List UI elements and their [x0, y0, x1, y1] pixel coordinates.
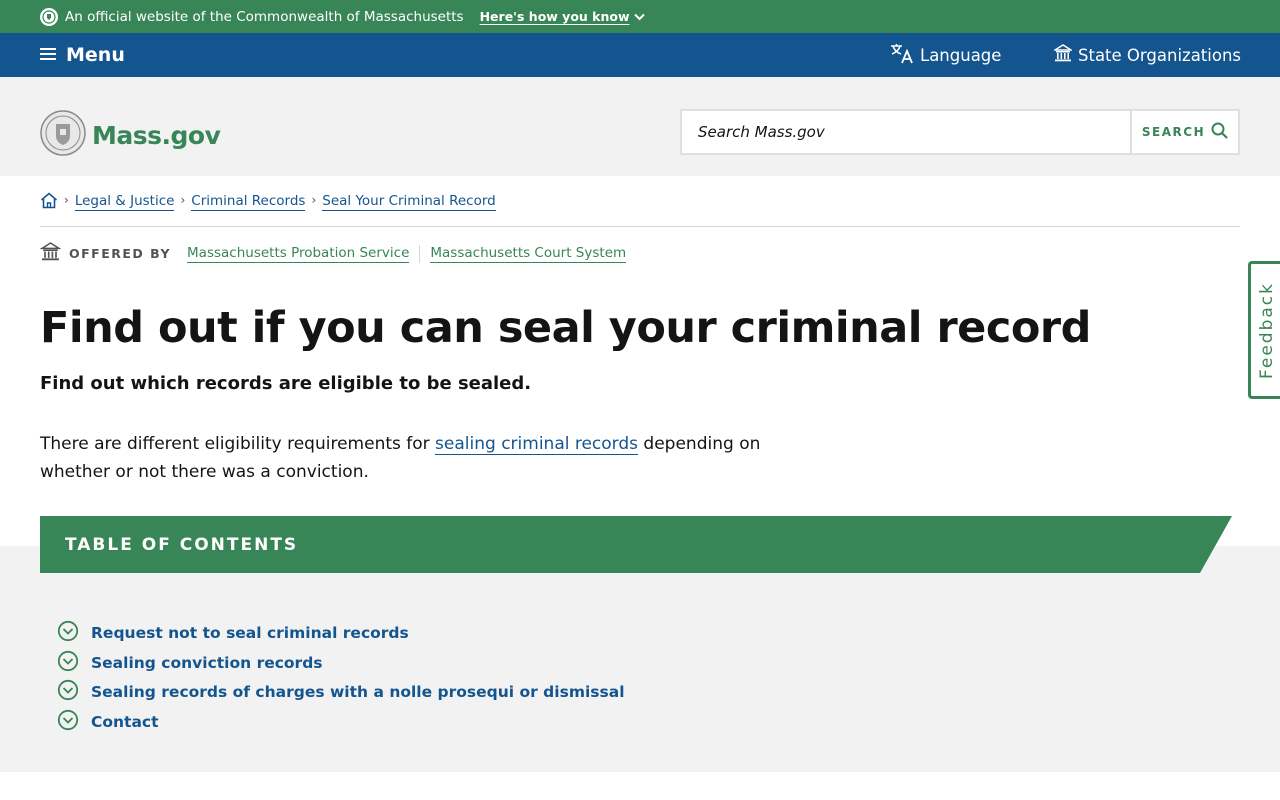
toc-link[interactable]: Sealing records of charges with a nolle …: [91, 683, 625, 701]
sealing-records-link[interactable]: sealing criminal records: [435, 434, 639, 455]
breadcrumb-seal-record[interactable]: Seal Your Criminal Record: [322, 192, 496, 211]
breadcrumb-legal-justice[interactable]: Legal & Justice: [74, 192, 175, 211]
official-text: An official website of the Commonwealth …: [65, 8, 464, 25]
toc-list: Request not to seal criminal records Sea…: [57, 618, 625, 737]
nav-bar: Menu Language State Organizations: [0, 33, 1280, 77]
search-input[interactable]: [682, 111, 1130, 153]
state-organizations-button[interactable]: State Organizations: [1052, 33, 1242, 77]
toc-link[interactable]: Request not to seal criminal records: [91, 624, 409, 642]
official-banner: An official website of the Commonwealth …: [0, 0, 1280, 33]
language-button[interactable]: Language: [890, 33, 1001, 77]
feedback-label: Feedback: [1256, 281, 1277, 379]
logo-text: Mass.gov: [92, 120, 221, 150]
building-icon: [1052, 44, 1074, 66]
toc-item[interactable]: Contact: [57, 707, 625, 737]
intro-paragraph: There are different eligibility requirem…: [40, 430, 780, 486]
offered-by: OFFERED BY Massachusetts Probation Servi…: [39, 242, 627, 265]
menu-button[interactable]: Menu: [40, 33, 125, 77]
toc-item[interactable]: Sealing conviction records: [57, 648, 625, 678]
state-organizations-label: State Organizations: [1078, 45, 1242, 65]
chevron-right-icon: ›: [64, 193, 69, 207]
search-button[interactable]: SEARCH: [1130, 111, 1238, 153]
chevron-right-icon: ›: [311, 193, 317, 207]
org-divider: [419, 244, 421, 263]
seal-icon: [40, 7, 58, 26]
toc-link[interactable]: Contact: [91, 713, 159, 731]
intro-text-before: There are different eligibility requirem…: [40, 434, 436, 454]
breadcrumb-criminal-records[interactable]: Criminal Records: [191, 192, 306, 211]
circle-chevron-down-icon: [57, 620, 79, 646]
circle-chevron-down-icon: [57, 709, 79, 735]
mass-gov-logo[interactable]: Mass.gov: [40, 110, 221, 160]
state-seal-icon: [40, 110, 86, 160]
building-icon: [39, 242, 62, 265]
site-header: Mass.gov SEARCH: [0, 77, 1280, 176]
chevron-right-icon: ›: [180, 193, 186, 207]
menu-label: Menu: [66, 44, 125, 66]
toc-item[interactable]: Sealing records of charges with a nolle …: [57, 677, 625, 707]
org-link-court-system[interactable]: Massachusetts Court System: [430, 244, 627, 263]
chevron-down-icon: [633, 9, 645, 24]
page-subtitle: Find out which records are eligible to b…: [40, 373, 532, 394]
home-icon[interactable]: [40, 192, 58, 213]
how-you-know-label: Here's how you know: [479, 9, 630, 24]
circle-chevron-down-icon: [57, 679, 79, 705]
translate-icon: [890, 42, 914, 68]
toc-title: TABLE OF CONTENTS: [65, 534, 299, 555]
hamburger-icon: [40, 44, 56, 66]
toc-item[interactable]: Request not to seal criminal records: [57, 618, 625, 648]
offered-by-label: OFFERED BY: [69, 246, 172, 261]
search-icon: [1211, 122, 1228, 142]
org-link-probation[interactable]: Massachusetts Probation Service: [187, 244, 410, 263]
breadcrumb: › Legal & Justice › Criminal Records › S…: [40, 192, 1240, 227]
toc-link[interactable]: Sealing conviction records: [91, 654, 323, 672]
page-title: Find out if you can seal your criminal r…: [40, 303, 1091, 353]
toc-header: TABLE OF CONTENTS: [40, 516, 1232, 573]
how-you-know-link[interactable]: Here's how you know: [480, 9, 645, 24]
search-button-label: SEARCH: [1141, 125, 1206, 139]
search-box: SEARCH: [680, 109, 1240, 155]
circle-chevron-down-icon: [57, 650, 79, 676]
feedback-tab[interactable]: Feedback: [1248, 261, 1280, 399]
language-label: Language: [920, 45, 1002, 65]
